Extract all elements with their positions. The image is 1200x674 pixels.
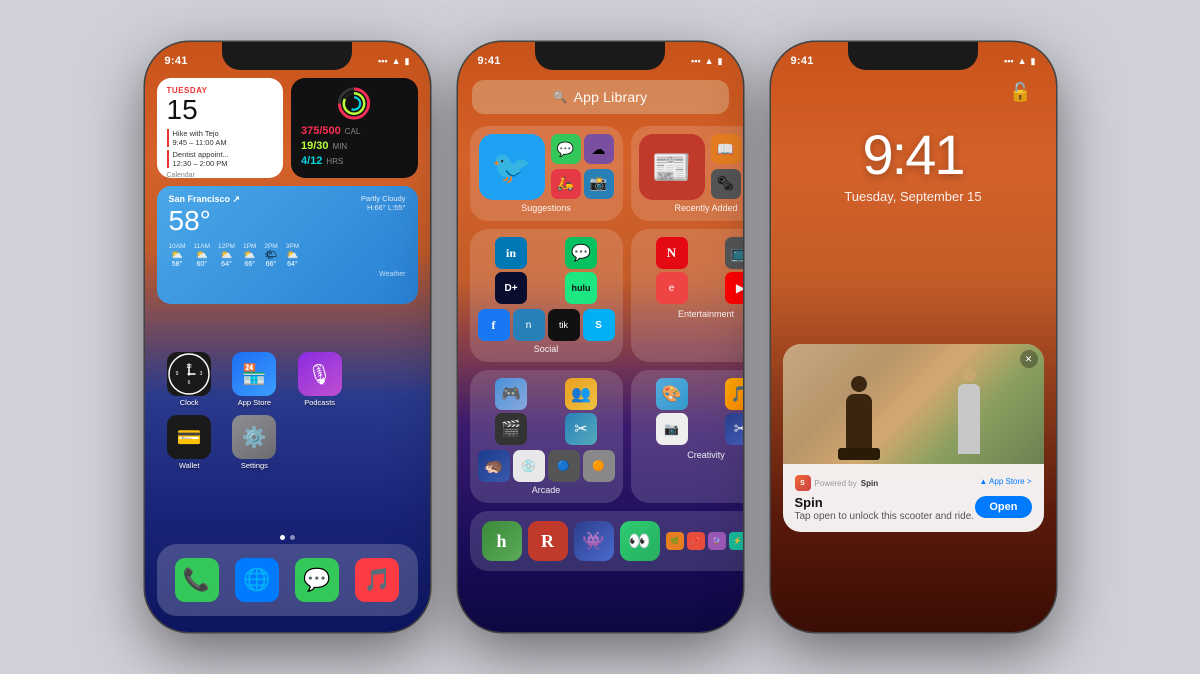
dock-phone[interactable]: 📞 xyxy=(175,558,219,602)
fitness-min-row: 19/30 MIN xyxy=(301,140,408,152)
notif-open-button[interactable]: Open xyxy=(975,496,1031,518)
clock-icon: 12 3 6 9 xyxy=(167,352,211,396)
app-wallet[interactable]: 💳 Wallet xyxy=(161,415,218,470)
svg-text:9: 9 xyxy=(176,371,179,377)
notch-2 xyxy=(535,42,665,70)
folder-entertainment-label: Entertainment xyxy=(639,309,743,319)
app-podcasts-label: Podcasts xyxy=(304,398,335,407)
app-store-link[interactable]: ▲ App Store > xyxy=(979,477,1031,486)
weather-city: San Francisco ↗ xyxy=(169,194,241,205)
weather-desc: Partly Cloudy xyxy=(361,194,406,203)
status-time-1: 9:41 xyxy=(165,55,188,67)
folder-social[interactable]: in 💬 D+ hulu f n tik S Social xyxy=(470,229,623,362)
phone-lockscreen: 9:41 ▪▪▪ ▲ ▮ 🔓 9:41 Tuesday, September 1… xyxy=(771,42,1056,632)
dot-1 xyxy=(280,535,285,540)
folder-arcade-label: Arcade xyxy=(478,485,615,495)
dock: 📞 🌐 💬 🎵 xyxy=(157,544,418,616)
folder-arcade[interactable]: 🎮 👥 🎬 ✂ 🦔 💿 🔵 🟠 Arcade xyxy=(470,370,623,503)
app-empty xyxy=(356,352,413,407)
lock-date-display: Tuesday, September 15 xyxy=(771,189,1056,204)
spin-name: Spin xyxy=(861,479,878,488)
calendar-label: Calendar xyxy=(167,172,274,178)
dot-2 xyxy=(290,535,295,540)
folder-suggestions-label: Suggestions xyxy=(478,203,615,213)
widgets-area: TUESDAY 15 Hike with Tejo 9:45 – 11:00 A… xyxy=(157,78,418,304)
fitness-hrs-row: 4/12 HRS xyxy=(301,155,408,167)
lock-time-area: 9:41 Tuesday, September 15 xyxy=(771,122,1056,204)
calendar-event-2: Dentist appoint... 12:30 – 2:00 PM xyxy=(167,150,274,168)
status-icons-3: ▪▪▪ ▲ ▮ xyxy=(1004,56,1035,67)
dock-messages[interactable]: 💬 xyxy=(295,558,339,602)
phone-applibrary: 9:41 ▪▪▪ ▲ ▮ 🔍 App Library 🐦 💬 xyxy=(458,42,743,632)
search-bar[interactable]: 🔍 App Library xyxy=(472,80,729,114)
status-icons-2: ▪▪▪ ▲ ▮ xyxy=(691,56,722,67)
notif-close-btn[interactable]: ✕ xyxy=(1020,350,1038,368)
app-clock-label: Clock xyxy=(180,398,199,407)
phone-homescreen: 9:41 ▪▪▪ ▲ ▮ TUESDAY 15 Hike with Tejo 9… xyxy=(145,42,430,632)
app-podcasts[interactable]: 🎙 Podcasts xyxy=(291,352,348,407)
signal-icon-2: ▪▪▪ xyxy=(691,56,701,66)
weather-temp: 58° xyxy=(169,205,241,237)
wifi-icon-2: ▲ xyxy=(705,56,714,66)
lock-icon: 🔓 xyxy=(1009,82,1031,103)
calendar-widget[interactable]: TUESDAY 15 Hike with Tejo 9:45 – 11:00 A… xyxy=(157,78,284,178)
status-time-3: 9:41 xyxy=(791,55,814,67)
powered-row: S Powered by Spin xyxy=(795,475,879,491)
app-settings[interactable]: ⚙️ Settings xyxy=(226,415,283,470)
app-grid: 12 3 6 9 Clock 🏪 App Store 🎙 xyxy=(161,352,414,470)
fitness-cal-row: 375/500 CAL xyxy=(301,125,408,137)
fitness-widget[interactable]: 375/500 CAL 19/30 MIN 4/12 HRS xyxy=(291,78,418,178)
signal-icon-3: ▪▪▪ xyxy=(1004,56,1014,66)
notification-card[interactable]: ✕ S Powered by Spin ▲ App Store > Spin T… xyxy=(783,344,1044,532)
search-bar-text: App Library xyxy=(574,89,648,105)
battery-icon: ▮ xyxy=(405,56,410,67)
notif-photo: ✕ xyxy=(783,344,1044,464)
folder-suggestions[interactable]: 🐦 💬 ☁ 🛵 📸 Suggestions xyxy=(470,126,623,221)
calendar-day-num: 15 xyxy=(167,95,274,126)
search-icon: 🔍 xyxy=(553,90,568,104)
spin-logo: S xyxy=(795,475,811,491)
app-wallet-label: Wallet xyxy=(179,461,200,470)
weather-hourly: 10AM⛅58° 11AM⛅60° 12PM⛅64° 1PM⛅66° 2PM🌤6… xyxy=(169,243,406,268)
app-clock[interactable]: 12 3 6 9 Clock xyxy=(161,352,218,407)
folder-creativity-label: Creativity xyxy=(639,450,743,460)
dock-music[interactable]: 🎵 xyxy=(355,558,399,602)
notch-3 xyxy=(848,42,978,70)
signal-icon: ▪▪▪ xyxy=(378,56,388,66)
wifi-icon-3: ▲ xyxy=(1018,56,1027,66)
search-bar-container[interactable]: 🔍 App Library xyxy=(472,80,729,114)
wifi-icon: ▲ xyxy=(392,56,401,66)
lock-time-display: 9:41 xyxy=(771,122,1056,187)
weather-label: Weather xyxy=(169,271,406,278)
calendar-event-1: Hike with Tejo 9:45 – 11:00 AM xyxy=(167,129,274,147)
page-dots xyxy=(145,535,430,540)
folder-recently-added[interactable]: 📰 📖 🌍 🗞 📋 Recently Added xyxy=(631,126,743,221)
app-appstore[interactable]: 🏪 App Store xyxy=(226,352,283,407)
notif-app-row: S Powered by Spin ▲ App Store > xyxy=(795,472,1032,491)
app-library-grid: 🐦 💬 ☁ 🛵 📸 Suggestions 📰 📖 🌍 xyxy=(470,126,731,571)
battery-icon-3: ▮ xyxy=(1031,56,1036,67)
app-settings-label: Settings xyxy=(241,461,268,470)
status-time-2: 9:41 xyxy=(478,55,501,67)
svg-text:6: 6 xyxy=(188,380,191,386)
weather-hilo: H:66° L:55° xyxy=(361,203,406,212)
status-icons-1: ▪▪▪ ▲ ▮ xyxy=(378,56,409,67)
svg-text:3: 3 xyxy=(200,371,203,377)
notch xyxy=(222,42,352,70)
folder-creativity[interactable]: 🎨 🎵 📷 ✂ Creativity xyxy=(631,370,743,503)
widget-row-1: TUESDAY 15 Hike with Tejo 9:45 – 11:00 A… xyxy=(157,78,418,178)
dock-safari[interactable]: 🌐 xyxy=(235,558,279,602)
folder-entertainment[interactable]: N 📺 e ▶ Entertainment xyxy=(631,229,743,362)
folder-social-label: Social xyxy=(478,344,615,354)
fitness-rings xyxy=(330,86,378,121)
folder-recently-label: Recently Added xyxy=(639,203,743,213)
battery-icon-2: ▮ xyxy=(718,56,723,67)
folder-utilities[interactable]: h R 👾 👀 🌿 📌 🔮 ⚡ xyxy=(470,511,743,571)
app-appstore-label: App Store xyxy=(238,398,271,407)
weather-widget[interactable]: San Francisco ↗ 58° Partly Cloudy H:66° … xyxy=(157,186,418,304)
powered-by-text: Powered by xyxy=(815,479,857,488)
